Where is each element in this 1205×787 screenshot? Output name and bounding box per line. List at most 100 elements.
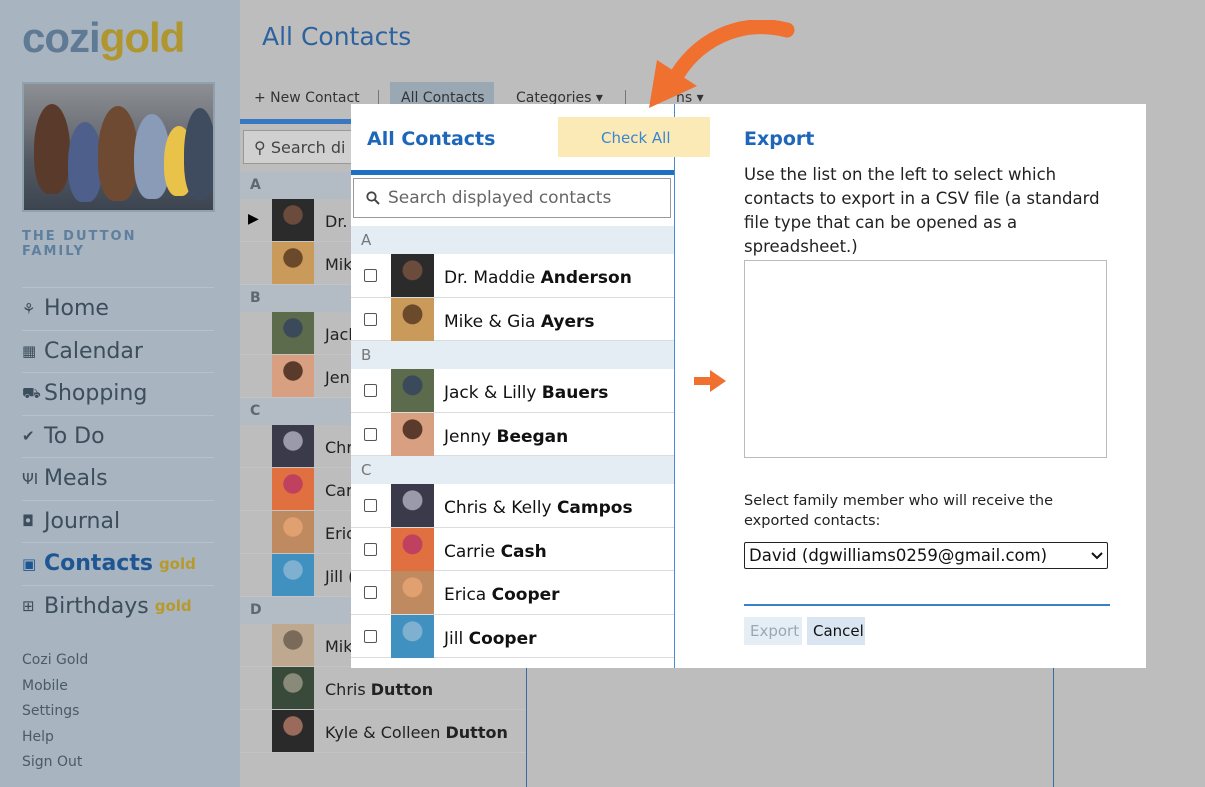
contact-name: Dr.: [325, 212, 348, 231]
contact-name: Dr. Maddie Anderson: [444, 268, 632, 288]
export-button[interactable]: Export: [744, 617, 802, 645]
contact-name: Erica Cooper: [444, 585, 560, 605]
pane-divider: [1053, 660, 1054, 787]
search-icon: ⚲: [254, 138, 266, 157]
letter-header: C: [351, 456, 674, 484]
home-icon: ⚘: [22, 299, 36, 318]
avatar: [391, 297, 434, 341]
avatar: [272, 511, 314, 553]
avatar: [272, 199, 314, 241]
contact-row[interactable]: Kyle & Colleen Dutton: [240, 710, 527, 753]
export-contacts-dialog: All Contacts A Dr. Maddie Anderson Mike & …: [351, 104, 1146, 668]
check-icon: ✔: [22, 427, 35, 446]
gold-badge: gold: [154, 597, 192, 616]
gift-icon: ⊞: [22, 597, 35, 616]
family-photo[interactable]: [22, 82, 215, 212]
recipient-select[interactable]: David (dgwilliams0259@gmail.com): [744, 542, 1108, 569]
sidebar: cozigold THE DUTTON FAMILY ⚘ Home ▦ Calenda…: [0, 0, 240, 787]
avatar: [272, 355, 314, 397]
contact-checkbox[interactable]: [364, 586, 377, 599]
nav-item-label: Meals: [44, 466, 108, 492]
nav-item-journal[interactable]: ◘ Journal: [22, 499, 214, 543]
contact-search-field[interactable]: [353, 178, 671, 218]
utensils-icon: ΨΙ: [22, 469, 39, 488]
nav-item-calendar[interactable]: ▦ Calendar: [22, 329, 214, 373]
avatar: [391, 527, 434, 571]
avatar: [391, 484, 434, 527]
avatar: [272, 624, 314, 666]
nav-item-meals[interactable]: ΨΙ Meals: [22, 457, 214, 500]
nav-item-home[interactable]: ⚘ Home: [22, 287, 214, 330]
contact-name: Jill Cooper: [444, 628, 537, 649]
arrow-right-icon: [694, 370, 726, 392]
contact-checkbox[interactable]: [364, 629, 377, 643]
contact-row[interactable]: Jenny Beegan: [351, 412, 674, 456]
nav-item-to-do[interactable]: ✔ To Do: [22, 414, 214, 458]
annotation-arrow-icon: [649, 20, 795, 108]
cart-icon: ⛟: [22, 383, 41, 402]
sidebar-link-mobile[interactable]: Mobile: [22, 674, 88, 700]
contact-row[interactable]: Dr. Maddie Anderson: [351, 254, 674, 298]
contact-checkbox[interactable]: [364, 269, 377, 282]
avatar: [272, 468, 314, 510]
secondary-nav: Cozi Gold Mobile Settings Help Sign Out: [22, 648, 88, 776]
letter-header: A: [351, 226, 674, 254]
sidebar-link-help[interactable]: Help: [22, 725, 88, 751]
sidebar-link-cozi-gold[interactable]: Cozi Gold: [22, 648, 88, 674]
export-title: Export: [744, 128, 815, 150]
check-all-button[interactable]: Check All: [558, 117, 710, 157]
selected-contacts-box: [744, 260, 1107, 458]
contact-checkbox[interactable]: [364, 542, 377, 556]
avatar: [391, 254, 434, 297]
contact-name: Jack & Lilly Bauers: [444, 383, 609, 403]
sidebar-link-sign-out[interactable]: Sign Out: [22, 750, 88, 776]
contact-checkbox[interactable]: [364, 312, 377, 326]
calendar-icon: ▦: [22, 342, 37, 361]
contact-name: Carrie Cash: [444, 541, 547, 562]
avatar: [272, 425, 314, 467]
nav-item-label: To Do: [44, 423, 105, 449]
nav-item-label: Home: [44, 296, 109, 322]
selectable-contact-list: A Dr. Maddie Anderson Mike & Gia Ayers B Jac…: [351, 226, 674, 658]
nav-item-label: Calendar: [44, 338, 143, 364]
recipient-select-value: David (dgwilliams0259@gmail.com): [749, 546, 1048, 565]
avatar: [391, 614, 434, 658]
contact-row[interactable]: Mike & Gia Ayers: [351, 297, 674, 341]
camera-icon: ◘: [22, 512, 34, 531]
list-title: All Contacts: [367, 128, 496, 150]
nav-item-shopping[interactable]: ⛟ Shopping: [22, 372, 214, 415]
cancel-button[interactable]: Cancel: [807, 617, 865, 645]
nav-item-label: Journal: [44, 508, 121, 534]
contact-row[interactable]: Carrie Cash: [351, 527, 674, 571]
contact-checkbox[interactable]: [364, 427, 377, 441]
cozi-gold-logo[interactable]: cozigold: [22, 14, 185, 62]
contact-search-input[interactable]: [388, 188, 658, 208]
contact-name: Jill (: [325, 567, 355, 586]
avatar: [272, 554, 314, 596]
avatar: [391, 571, 434, 614]
contact-select-pane: All Contacts A Dr. Maddie Anderson Mike & …: [351, 104, 675, 668]
contact-row[interactable]: Chris Dutton: [240, 667, 527, 710]
contact-name: Chris & Kelly Campos: [444, 498, 633, 518]
contact-row[interactable]: Jill Cooper: [351, 614, 674, 658]
contact-row[interactable]: Erica Cooper: [351, 571, 674, 615]
nav-item-label: Contacts: [44, 551, 153, 577]
nav-item-contacts[interactable]: ▣ Contacts gold: [22, 542, 214, 585]
new-contact-button[interactable]: + New Contact: [254, 90, 360, 106]
chevron-down-icon: [1091, 551, 1103, 559]
pane-divider: [526, 660, 527, 787]
nav-item-birthdays[interactable]: ⊞ Birthdays gold: [22, 584, 214, 628]
contact-row[interactable]: Jack & Lilly Bauers: [351, 369, 674, 413]
recipient-label: Select family member who will receive th…: [744, 493, 1054, 529]
export-description: Use the list on the left to select which…: [744, 165, 1100, 256]
contact-checkbox[interactable]: [364, 384, 377, 397]
letter-header: B: [351, 341, 674, 369]
sidebar-link-settings[interactable]: Settings: [22, 699, 88, 725]
avatar: [391, 412, 434, 456]
contact-name: Mike & Gia Ayers: [444, 311, 595, 332]
nav-item-label: Shopping: [44, 381, 148, 407]
main-nav: ⚘ Home ▦ Calendar ⛟ Shopping ✔ To Do ΨΙ Meals ◘ Jou…: [22, 287, 214, 627]
contact-checkbox[interactable]: [364, 499, 377, 512]
family-name: THE DUTTON FAMILY: [22, 229, 137, 259]
contact-row[interactable]: Chris & Kelly Campos: [351, 484, 674, 528]
